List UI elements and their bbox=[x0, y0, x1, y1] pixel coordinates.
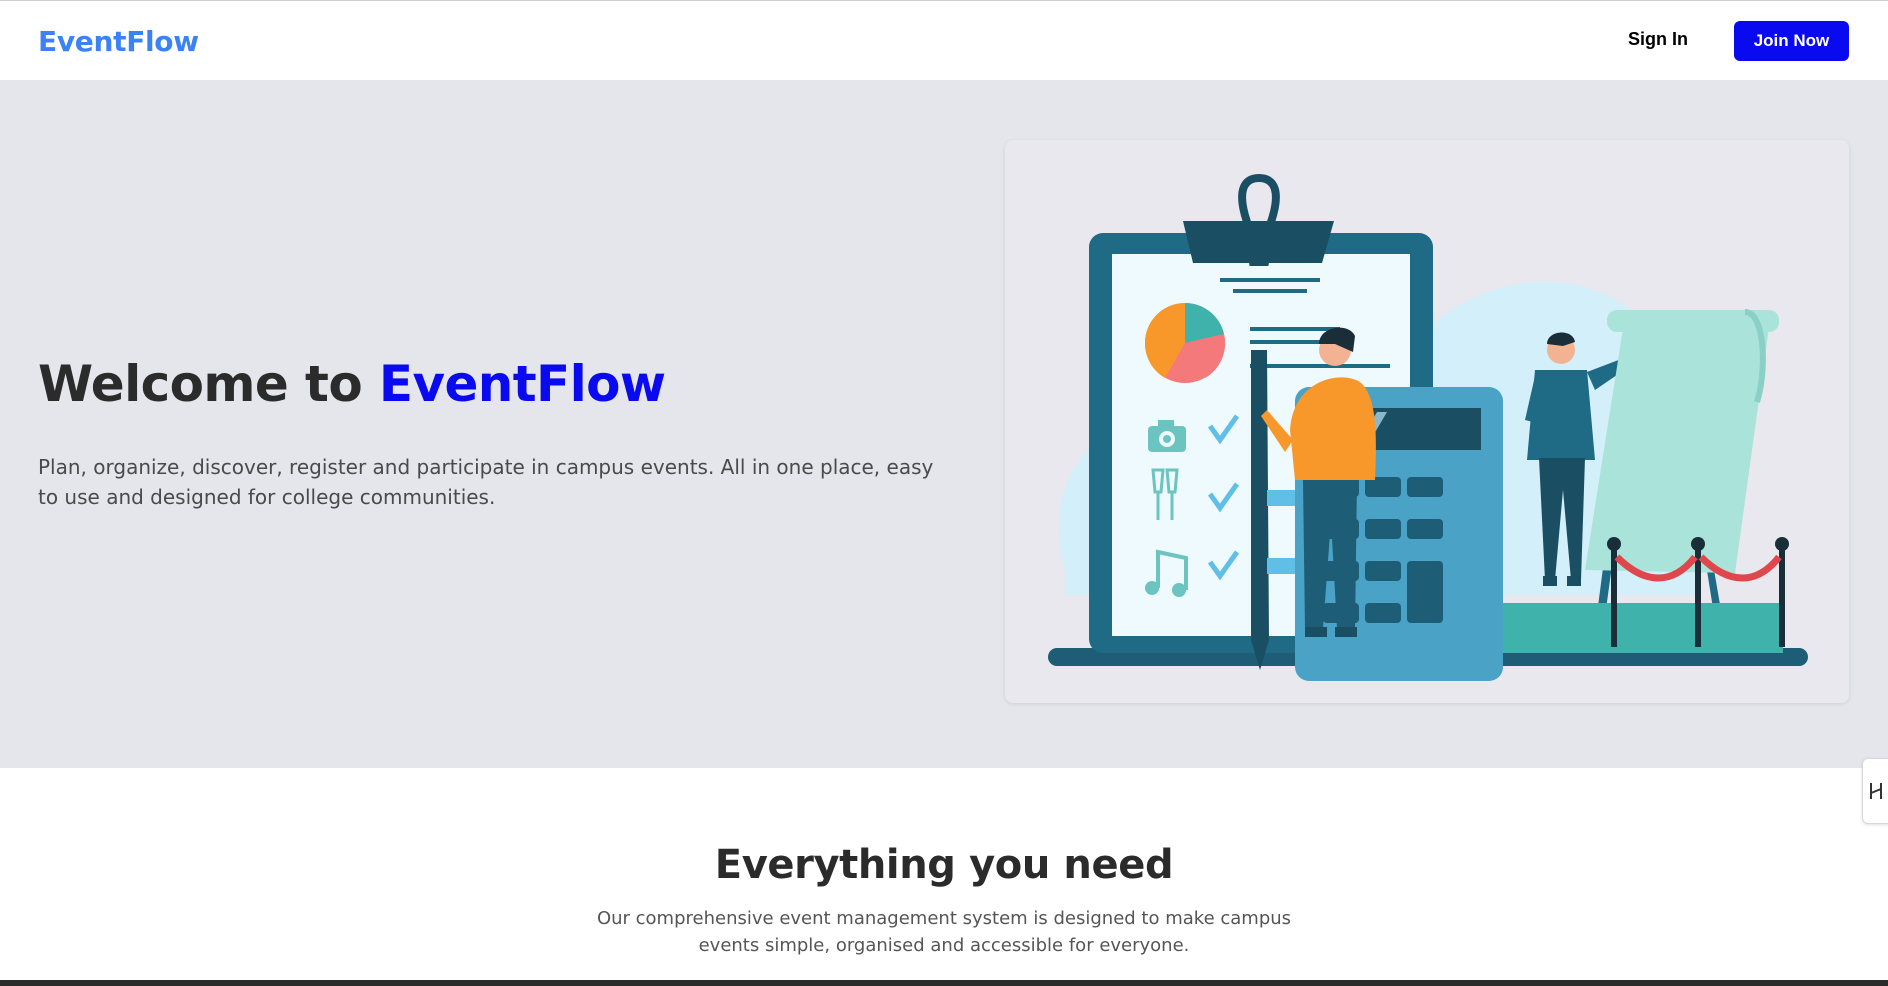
hero-illustration-card bbox=[1005, 140, 1849, 703]
event-planning-illustration bbox=[1048, 173, 1808, 681]
join-now-button[interactable]: Join Now bbox=[1734, 21, 1849, 61]
brand-logo[interactable]: EventFlow bbox=[38, 25, 199, 58]
hero-title-brand: EventFlow bbox=[378, 355, 666, 413]
features-title: Everything you need bbox=[714, 842, 1174, 888]
navbar: EventFlow Sign In Join Now bbox=[0, 1, 1888, 81]
hero-description: Plan, organize, discover, register and p… bbox=[38, 455, 934, 509]
hero-title: Welcome to EventFlow bbox=[38, 355, 666, 413]
side-panel-toggle[interactable] bbox=[1862, 758, 1888, 824]
features-description: Our comprehensive event management syste… bbox=[596, 908, 1292, 956]
hero-title-prefix: Welcome to bbox=[38, 355, 379, 413]
collapse-panel-icon bbox=[1870, 783, 1882, 799]
sign-in-link[interactable]: Sign In bbox=[1628, 29, 1688, 50]
hero-section: Welcome to EventFlow Plan, organize, dis… bbox=[0, 81, 1888, 768]
window-bottom-border bbox=[0, 980, 1888, 986]
